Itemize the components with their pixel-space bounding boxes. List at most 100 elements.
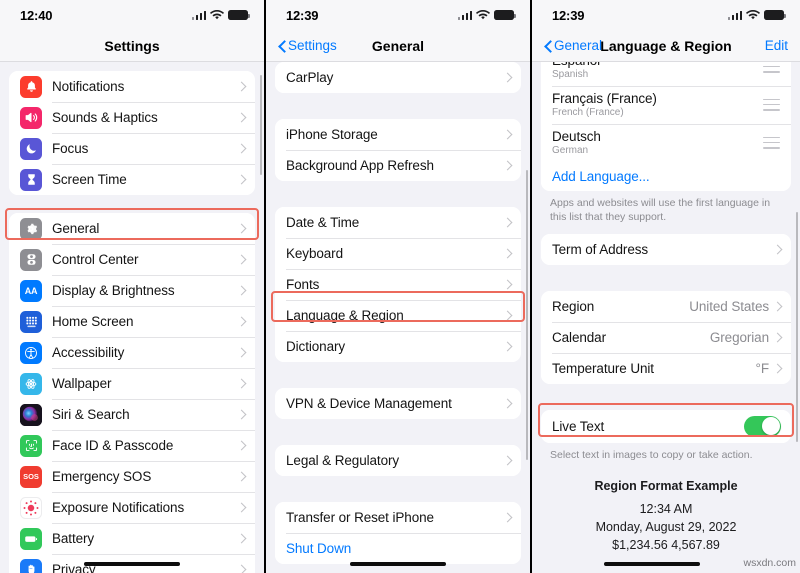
language-name: Deutsch bbox=[552, 129, 601, 144]
general-group-carplay: CarPlay bbox=[275, 62, 521, 93]
list-item-carplay[interactable]: CarPlay bbox=[275, 62, 521, 93]
status-time: 12:39 bbox=[552, 7, 585, 23]
list-item-label: Legal & Regulatory bbox=[286, 453, 400, 468]
home-indicator bbox=[84, 562, 180, 566]
sidebar-item-display-brightness[interactable]: AA Display & Brightness bbox=[9, 275, 255, 306]
add-language-button[interactable]: Add Language... bbox=[541, 162, 791, 191]
language-name: Español bbox=[552, 62, 600, 68]
reorder-handle-icon[interactable] bbox=[763, 98, 780, 111]
list-item-legal-regulatory[interactable]: Legal & Regulatory bbox=[275, 445, 521, 476]
list-item-calendar[interactable]: Calendar Gregorian bbox=[541, 321, 791, 353]
language-subtitle: Spanish bbox=[552, 69, 589, 80]
list-item-value: °F bbox=[755, 360, 770, 376]
list-item-label: Fonts bbox=[286, 277, 320, 292]
list-item-iphone-storage[interactable]: iPhone Storage bbox=[275, 119, 521, 150]
chevron-right-icon bbox=[774, 243, 781, 255]
list-item-value: Gregorian bbox=[709, 329, 769, 345]
sidebar-item-emergency-sos[interactable]: SOS Emergency SOS bbox=[9, 461, 255, 492]
sidebar-item-sounds-haptics[interactable]: Sounds & Haptics bbox=[9, 102, 255, 133]
sidebar-item-screen-time[interactable]: Screen Time bbox=[9, 164, 255, 195]
languages-group: Español Spanish Français (France) French… bbox=[541, 62, 791, 191]
home-indicator bbox=[350, 562, 446, 566]
status-indicators bbox=[191, 10, 250, 20]
edit-button[interactable]: Edit bbox=[765, 38, 788, 53]
scrollbar-indicator[interactable] bbox=[795, 212, 798, 442]
list-item-vpn-device-management[interactable]: VPN & Device Management bbox=[275, 388, 521, 419]
sidebar-item-accessibility[interactable]: Accessibility bbox=[9, 337, 255, 368]
chevron-right-icon bbox=[238, 285, 245, 297]
sidebar-item-siri-search[interactable]: Siri & Search bbox=[9, 399, 255, 430]
cellular-signal-icon bbox=[191, 10, 206, 20]
chevron-right-icon bbox=[504, 217, 511, 229]
sidebar-item-focus[interactable]: Focus bbox=[9, 133, 255, 164]
list-item-language[interactable]: Deutsch German bbox=[541, 124, 791, 162]
sidebar-item-exposure-notifications[interactable]: Exposure Notifications bbox=[9, 492, 255, 523]
list-item-language[interactable]: Français (France) French (France) bbox=[541, 86, 791, 124]
sidebar-item-general[interactable]: General bbox=[9, 213, 255, 244]
nav-bar: General Language & Region Edit bbox=[532, 30, 800, 62]
list-item-term-of-address[interactable]: Term of Address bbox=[541, 233, 791, 265]
wifi-icon bbox=[210, 10, 224, 20]
live-text-footnote: Select text in images to copy or take ac… bbox=[550, 448, 753, 461]
back-button[interactable]: Settings bbox=[278, 38, 337, 53]
list-item-live-text[interactable]: Live Text bbox=[541, 409, 791, 443]
chevron-right-icon bbox=[238, 254, 245, 266]
status-time: 12:39 bbox=[286, 7, 319, 23]
list-item-background-app-refresh[interactable]: Background App Refresh bbox=[275, 150, 521, 181]
list-item-date-time[interactable]: Date & Time bbox=[275, 207, 521, 238]
back-button[interactable]: General bbox=[544, 38, 602, 53]
live-text-toggle[interactable] bbox=[744, 415, 781, 437]
list-item-shut-down[interactable]: Shut Down bbox=[275, 533, 521, 564]
control-center-icon bbox=[20, 248, 42, 271]
status-time: 12:40 bbox=[20, 7, 53, 23]
sidebar-item-home-screen[interactable]: Home Screen bbox=[9, 306, 255, 337]
general-list[interactable]: CarPlay iPhone Storage Background App Re… bbox=[266, 62, 530, 573]
list-item-fonts[interactable]: Fonts bbox=[275, 269, 521, 300]
wifi-icon bbox=[746, 10, 760, 20]
sidebar-item-label: Battery bbox=[52, 531, 95, 546]
list-item-language[interactable]: Español Spanish bbox=[541, 62, 791, 86]
sidebar-item-face-id-passcode[interactable]: Face ID & Passcode bbox=[9, 430, 255, 461]
language-subtitle: German bbox=[552, 145, 589, 156]
add-language-label: Add Language... bbox=[552, 169, 650, 184]
list-item-transfer-or-reset-iphone[interactable]: Transfer or Reset iPhone bbox=[275, 502, 521, 533]
reorder-handle-icon[interactable] bbox=[763, 62, 780, 73]
sidebar-item-label: Display & Brightness bbox=[52, 283, 175, 298]
sidebar-item-wallpaper[interactable]: Wallpaper bbox=[9, 368, 255, 399]
region-format-example: Region Format Example 12:34 AM Monday, A… bbox=[532, 463, 800, 554]
language-region-list[interactable]: Español Spanish Français (France) French… bbox=[532, 62, 800, 573]
chevron-right-icon bbox=[504, 279, 511, 291]
sidebar-item-label: Focus bbox=[52, 141, 89, 156]
accessibility-icon bbox=[20, 341, 42, 364]
sounds-haptics-icon bbox=[20, 106, 42, 129]
list-item-region[interactable]: Region United States bbox=[541, 290, 791, 322]
chevron-right-icon bbox=[504, 310, 511, 322]
term-of-address-group: Term of Address bbox=[541, 233, 791, 265]
list-item-dictionary[interactable]: Dictionary bbox=[275, 331, 521, 362]
sidebar-item-battery[interactable]: Battery bbox=[9, 523, 255, 554]
battery-settings-icon bbox=[20, 527, 42, 550]
general-group-localization: Date & Time Keyboard Fonts Language & Re… bbox=[275, 207, 521, 362]
list-item-label: Dictionary bbox=[286, 339, 346, 354]
list-item-temperature-unit[interactable]: Temperature Unit °F bbox=[541, 352, 791, 384]
list-item-language-region[interactable]: Language & Region bbox=[275, 300, 521, 331]
list-item-keyboard[interactable]: Keyboard bbox=[275, 238, 521, 269]
phone-screen-settings: 12:40 Settings Notifications Sounds & Ha… bbox=[0, 0, 266, 573]
cellular-signal-icon bbox=[727, 10, 742, 20]
settings-list[interactable]: Notifications Sounds & Haptics Focus Scr… bbox=[0, 62, 264, 573]
sidebar-item-label: Wallpaper bbox=[52, 376, 112, 391]
sidebar-item-control-center[interactable]: Control Center bbox=[9, 244, 255, 275]
sidebar-item-notifications[interactable]: Notifications bbox=[9, 71, 255, 102]
face-id-passcode-icon bbox=[20, 434, 42, 457]
list-item-label: Background App Refresh bbox=[286, 158, 434, 173]
sidebar-item-label: Sounds & Haptics bbox=[52, 110, 158, 125]
watermark: wsxdn.com bbox=[743, 557, 796, 569]
reorder-handle-icon[interactable] bbox=[763, 136, 780, 149]
status-bar: 12:40 bbox=[0, 0, 264, 30]
scrollbar-indicator[interactable] bbox=[259, 75, 262, 175]
chevron-right-icon bbox=[238, 81, 245, 93]
scrollbar-indicator[interactable] bbox=[525, 170, 528, 460]
general-group-legal: Legal & Regulatory bbox=[275, 445, 521, 476]
list-item-label: Term of Address bbox=[552, 241, 649, 257]
chevron-right-icon bbox=[238, 564, 245, 573]
